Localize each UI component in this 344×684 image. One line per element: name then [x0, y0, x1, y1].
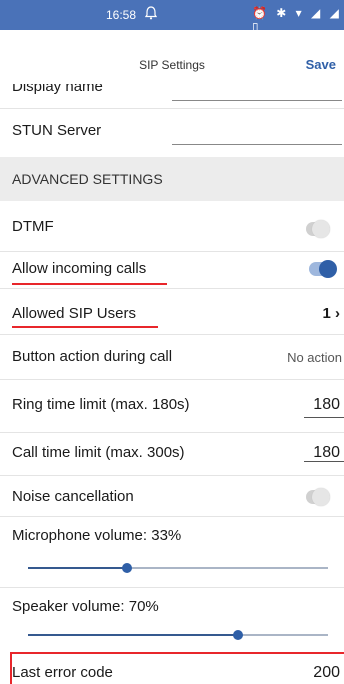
- save-button[interactable]: Save: [306, 57, 336, 72]
- display-name-field[interactable]: [172, 100, 342, 101]
- allowed-sip-users-value: 1 ›: [322, 305, 340, 322]
- call-time-label: Call time limit (max. 300s): [12, 444, 185, 461]
- mic-volume-label: Microphone volume: 33%: [12, 527, 182, 544]
- highlight-underline: [12, 283, 167, 285]
- notification-icon: [144, 6, 158, 23]
- mic-volume-fill: [28, 567, 127, 569]
- nav-bar: SIP Settings Save: [0, 30, 344, 80]
- speaker-volume-row: Speaker volume: 70%: [0, 588, 344, 651]
- call-time-input[interactable]: 180: [313, 444, 340, 462]
- highlight-underline: [12, 326, 158, 328]
- call-time-row: Call time limit (max. 300s) 180: [0, 433, 344, 475]
- page-title: SIP Settings: [139, 58, 205, 72]
- mic-volume-row: Microphone volume: 33%: [0, 517, 344, 587]
- ring-time-input[interactable]: 180: [313, 396, 340, 414]
- status-bar: 16:58 ⏰ ✱ ▾ ◢ ◢ ▯: [0, 0, 344, 34]
- call-time-underline: [304, 461, 344, 462]
- ring-time-row: Ring time limit (max. 180s) 180: [0, 380, 344, 432]
- mic-volume-thumb[interactable]: [122, 563, 132, 573]
- button-action-label: Button action during call: [12, 348, 173, 365]
- last-error-value: 200: [313, 664, 340, 681]
- last-error-label: Last error code: [12, 664, 113, 681]
- ring-time-underline: [304, 417, 344, 418]
- advanced-settings-header: ADVANCED SETTINGS: [0, 157, 344, 201]
- speaker-volume-thumb[interactable]: [233, 630, 243, 640]
- dtmf-toggle[interactable]: [306, 220, 330, 238]
- section-title: ADVANCED SETTINGS: [12, 171, 163, 187]
- display-name-label: Display name: [12, 78, 103, 95]
- allowed-sip-users-label: Allowed SIP Users: [12, 305, 136, 322]
- allow-incoming-label: Allow incoming calls: [12, 260, 147, 277]
- status-time: 16:58: [106, 8, 137, 22]
- allow-incoming-toggle[interactable]: [309, 260, 337, 278]
- noise-cancel-row: Noise cancellation: [0, 476, 344, 516]
- speaker-volume-label: Speaker volume: 70%: [12, 598, 159, 615]
- noise-cancel-label: Noise cancellation: [12, 488, 134, 505]
- stun-server-label: STUN Server: [12, 122, 102, 139]
- dtmf-row: DTMF: [0, 201, 344, 251]
- noise-cancel-toggle[interactable]: [306, 488, 330, 506]
- dtmf-label: DTMF: [12, 218, 54, 235]
- button-action-row[interactable]: Button action during call No action: [0, 335, 344, 379]
- stun-server-field[interactable]: [172, 144, 342, 145]
- speaker-volume-fill: [28, 634, 238, 636]
- button-action-value: No action: [287, 350, 342, 365]
- stun-server-row[interactable]: STUN Server: [0, 109, 344, 157]
- last-error-row: Last error code 200: [0, 654, 344, 684]
- ring-time-label: Ring time limit (max. 180s): [12, 396, 190, 413]
